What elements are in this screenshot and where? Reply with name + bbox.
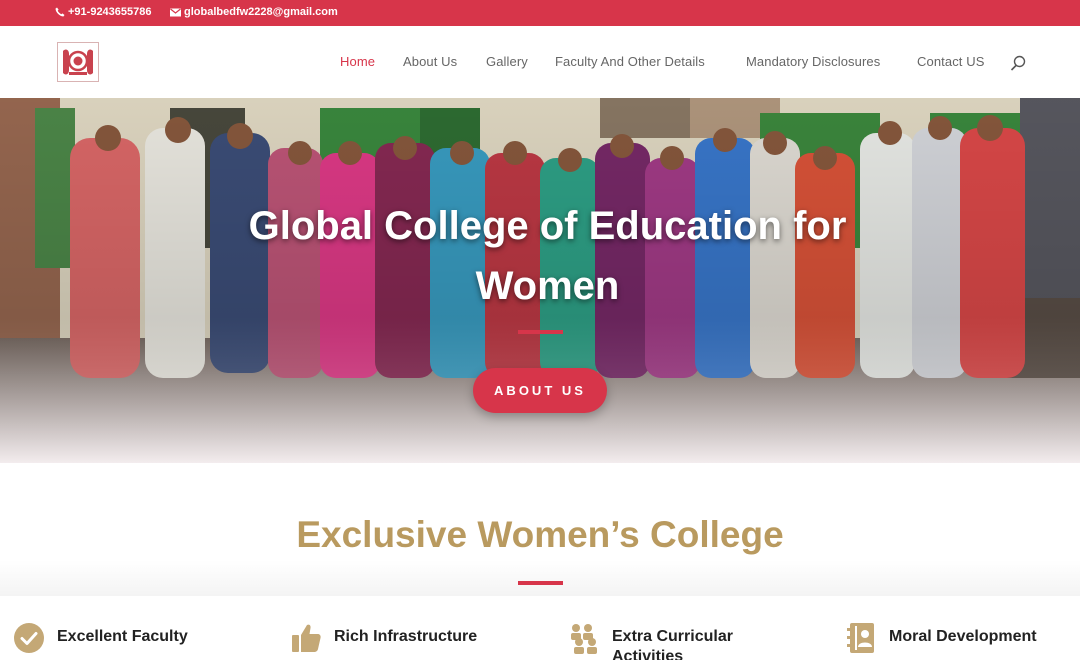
group-people-icon [571,624,597,654]
feature-excellent-faculty: Excellent Faculty [13,622,217,654]
search-icon[interactable] [1010,55,1026,71]
feature-moral-development: Moral Development [845,622,1049,654]
section-background [0,560,1080,596]
main-nav: Home About Us Gallery Faculty And Other … [0,54,1080,72]
feature-label: Moral Development [889,628,1037,645]
hero-banner: Global College of Education for Women AB… [0,98,1080,463]
feature-extra-curricular: Extra Curricular Activities [568,622,772,660]
hero-divider [518,330,563,334]
hero-title: Global College of Education for Women [248,204,847,308]
email-address: globalbedfw2228@gmail.com [184,6,338,18]
phone-icon [55,7,65,17]
nav-faculty[interactable]: Faculty And Other Details [555,54,705,69]
feature-label: Rich Infrastructure [334,628,478,645]
nav-contact-us[interactable]: Contact US [917,54,984,69]
top-contact-bar: +91-9243655786 globalbedfw2228@gmail.com [0,0,1080,26]
site-header: Home About Us Gallery Faculty And Other … [0,26,1080,98]
feature-label: Excellent Faculty [57,628,188,645]
checkmark-circle-icon [14,623,44,653]
nav-mandatory-disclosures[interactable]: Mandatory Disclosures [746,54,880,69]
phone-number: +91-9243655786 [68,6,152,18]
nav-home[interactable]: Home [340,54,375,69]
envelope-icon [170,8,181,16]
email-contact[interactable]: globalbedfw2228@gmail.com [170,6,338,18]
nav-about-us[interactable]: About Us [403,54,457,69]
feature-rich-infrastructure: Rich Infrastructure [290,622,494,654]
phone-contact[interactable]: +91-9243655786 [55,6,152,18]
section-title: Exclusive Women’s College [296,514,784,555]
thumbs-up-icon [292,624,321,652]
address-book-icon [847,623,874,653]
nav-gallery[interactable]: Gallery [486,54,528,69]
feature-label: Extra Curricular Activities [612,628,733,660]
section-divider [518,581,563,585]
about-us-button[interactable]: ABOUT US [473,368,607,413]
